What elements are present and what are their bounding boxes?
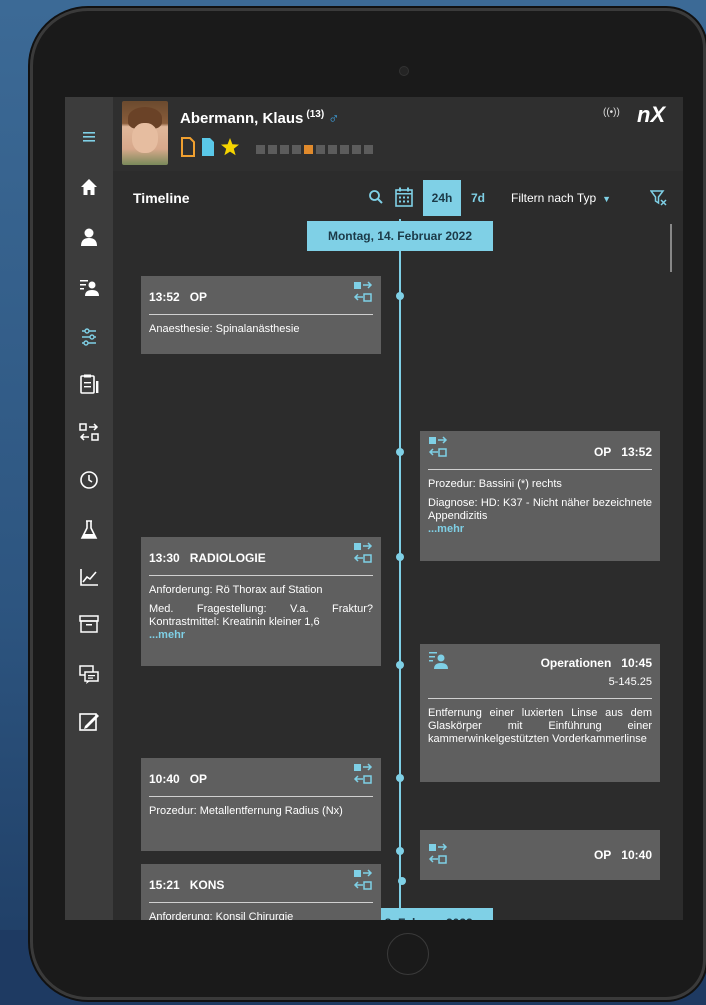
document-icons	[180, 137, 240, 157]
archive-icon[interactable]	[65, 609, 113, 639]
timeline-card-op[interactable]: OP 10:40	[420, 830, 660, 880]
caret-down-icon: ▼	[602, 194, 612, 204]
status-dot	[316, 145, 325, 154]
card-text: Anaesthesie: Spinalanästhesie	[149, 323, 300, 335]
timeline-card-op[interactable]: 13:52 OP Anaesthesie: Spinalanästhesie	[141, 276, 381, 354]
patient-list-icon[interactable]	[65, 272, 113, 302]
patient-age: (13)	[306, 109, 325, 120]
status-dots	[256, 145, 373, 154]
card-time: 13:30 RADIOLOGIE	[149, 551, 266, 565]
card-text: Prozedur: Metallentfernung Radius (Nx)	[149, 805, 343, 817]
procedure-code: 5-145.25	[608, 676, 652, 688]
clock-icon[interactable]	[65, 465, 113, 495]
nx-logo: nX	[637, 102, 666, 127]
timeline-card-op[interactable]: 10:40 OP Prozedur: Metallentfernung Radi…	[141, 758, 381, 851]
timeline-node	[396, 774, 404, 782]
transfer-icon[interactable]	[65, 417, 113, 447]
date-header: Montag, 14. Februar 2022	[307, 221, 493, 251]
lab-flask-icon[interactable]	[65, 515, 113, 545]
card-time: OP 13:52	[593, 445, 652, 459]
patient-list-icon	[428, 650, 450, 673]
range-24h-button[interactable]: 24h	[423, 180, 461, 216]
patient-header: Abermann, Klaus (13) ♂ ((•)) nX	[113, 97, 683, 171]
transfer-icon	[353, 762, 373, 789]
patient-name-line[interactable]: Abermann, Klaus (13) ♂	[180, 109, 339, 127]
timeline-node	[396, 448, 404, 456]
document-orange-icon[interactable]	[180, 137, 196, 157]
timeline-node	[396, 661, 404, 669]
home-icon[interactable]	[65, 172, 113, 202]
more-link[interactable]: ...mehr	[428, 523, 652, 536]
sidebar	[65, 97, 113, 920]
timeline-node	[396, 553, 404, 561]
app-screen: Abermann, Klaus(13)♂ ((•)) nX Timeline	[65, 97, 683, 920]
card-text: Prozedur: Bassini (*) rechts	[428, 478, 562, 490]
card-text: Entfernung einer luxierten Linse aus dem…	[428, 707, 652, 745]
card-text: Diagnose: HD: K37 - Nicht näher bezeichn…	[428, 497, 652, 522]
card-time: OP 10:40	[593, 848, 652, 862]
range-7d-button[interactable]: 7d	[471, 191, 485, 205]
transfer-icon	[353, 280, 373, 307]
card-time: 10:40 OP	[149, 772, 208, 786]
status-dot	[292, 145, 301, 154]
card-text: Anforderung: Rö Thorax auf Station	[149, 584, 323, 596]
timeline-node	[396, 292, 404, 300]
status-dot	[256, 145, 265, 154]
camera-icon	[399, 66, 409, 76]
star-icon[interactable]	[220, 137, 240, 157]
person-icon[interactable]	[65, 222, 113, 252]
status-dot	[280, 145, 289, 154]
filter-dropdown[interactable]: Filtern nach Typ ▼	[511, 191, 611, 205]
status-dot	[268, 145, 277, 154]
clipboard-icon[interactable]	[65, 369, 113, 399]
transfer-icon	[428, 842, 448, 869]
transfer-icon	[428, 435, 448, 462]
card-text: Med. Fragestellung: V.a. Fraktur? Kontra…	[149, 603, 373, 628]
timeline-axis	[399, 219, 401, 920]
timeline-area[interactable]: Montag, 14. Februar 2022 13:52 OP Anaest…	[113, 219, 683, 920]
card-time: Operationen 10:45	[540, 656, 652, 670]
menu-icon[interactable]	[65, 122, 113, 152]
document-blue-icon[interactable]	[200, 137, 216, 157]
card-time: 13:52 OP	[149, 290, 208, 304]
transfer-icon	[353, 868, 373, 895]
edit-icon[interactable]	[65, 707, 113, 737]
messages-icon[interactable]	[65, 659, 113, 689]
calendar-icon[interactable]	[395, 187, 413, 212]
scrollbar[interactable]	[670, 224, 672, 272]
transfer-icon	[353, 541, 373, 568]
chart-icon[interactable]	[65, 562, 113, 592]
timeline-card-op[interactable]: OP 13:52 Prozedur: Bassini (*) rechts Di…	[420, 431, 660, 561]
signal-icon[interactable]: ((•))	[603, 107, 620, 118]
patient-name: Abermann, Klaus	[180, 110, 304, 127]
status-dot	[328, 145, 337, 154]
card-text: Anforderung: Konsil Chirurgie	[149, 911, 294, 920]
status-dot	[352, 145, 361, 154]
page-title: Timeline	[133, 190, 190, 206]
timeline-card-radiologie[interactable]: 13:30 RADIOLOGIE Anforderung: Rö Thorax …	[141, 537, 381, 666]
filter-label: Filtern nach Typ	[511, 191, 597, 205]
status-dot	[340, 145, 349, 154]
timeline-icon[interactable]	[65, 322, 113, 352]
home-button[interactable]	[387, 933, 429, 975]
more-link[interactable]: ...mehr	[149, 629, 373, 642]
timeline-node	[396, 847, 404, 855]
gender-male-icon: ♂	[328, 110, 340, 127]
timeline-card-kons[interactable]: 15:21 KONS Anforderung: Konsil Chirurgie	[141, 864, 381, 920]
patient-avatar[interactable]	[122, 101, 168, 165]
card-time: 15:21 KONS	[149, 878, 225, 892]
timeline-node	[398, 877, 406, 885]
timeline-toolbar: Timeline 24h 7d Filtern nach Typ ▼	[113, 177, 683, 219]
timeline-card-operationen[interactable]: Operationen 10:45 5-145.25 Entfernung ei…	[420, 644, 660, 782]
clear-filter-icon[interactable]	[649, 189, 668, 212]
search-icon[interactable]	[368, 189, 384, 210]
status-dot-active	[304, 145, 313, 154]
status-dot	[364, 145, 373, 154]
